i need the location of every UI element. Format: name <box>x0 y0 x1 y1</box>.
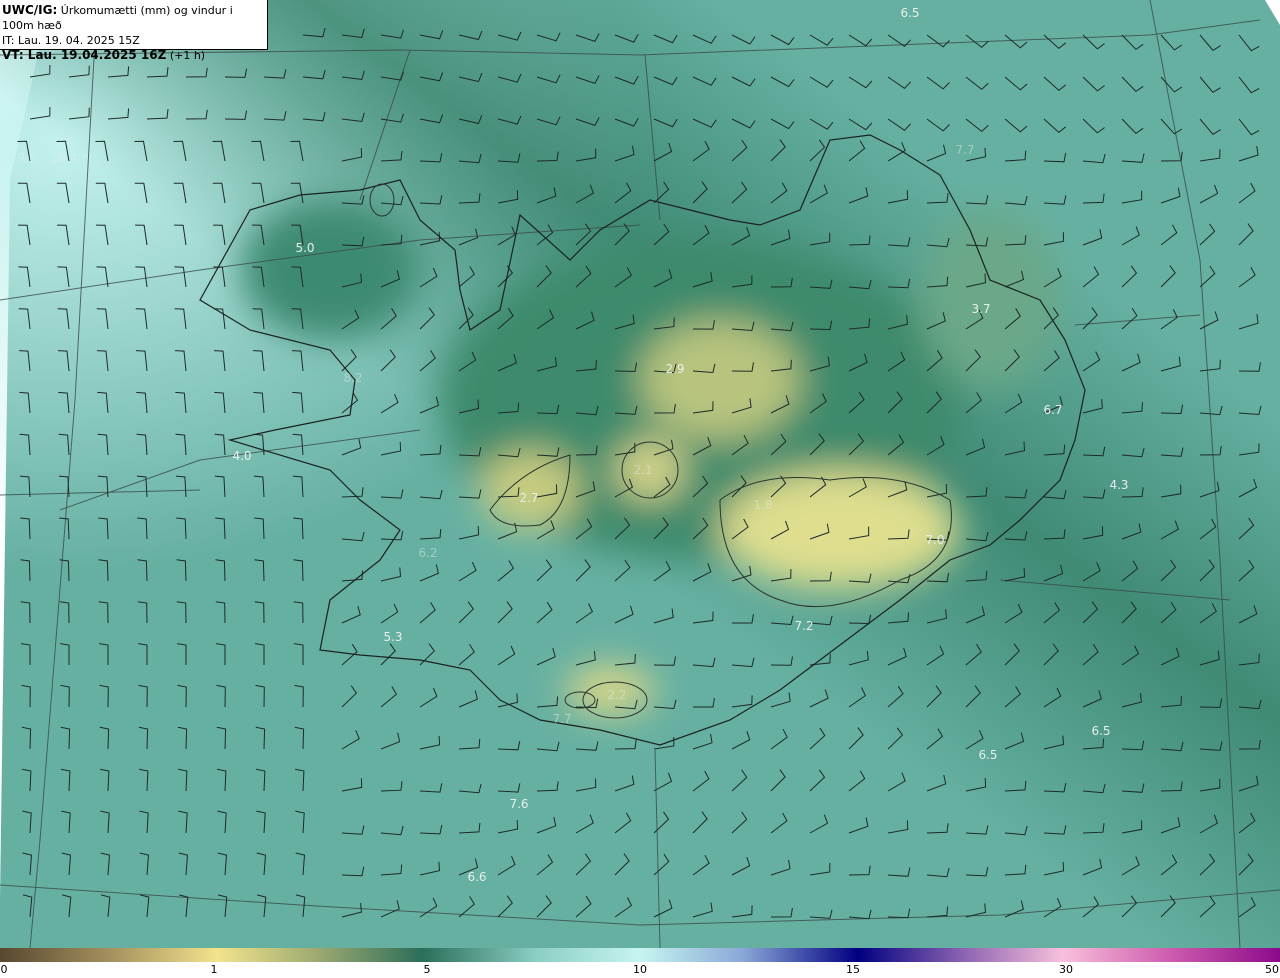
value-label: 7.7 <box>552 712 572 726</box>
lead-time: (+1 h) <box>169 49 206 62</box>
product-code: UWC/IG: <box>2 3 58 17</box>
value-label: 6.6 <box>467 870 487 884</box>
value-label: 7.2 <box>794 619 814 633</box>
colorbar-tick: 50 <box>1265 963 1279 976</box>
colorbar-tick: 15 <box>846 963 860 976</box>
value-label: 6.5 <box>1091 724 1111 738</box>
valid-time: VT: Lau. 19.04.2025 16Z <box>2 48 167 62</box>
colorbar <box>0 948 1280 962</box>
colorbar-tick: 10 <box>633 963 647 976</box>
colorbar-tick: 30 <box>1059 963 1073 976</box>
value-label: 7.6 <box>509 797 529 811</box>
colorbar-tick: 5 <box>423 963 431 976</box>
value-label: 5.3 <box>383 630 403 644</box>
value-label: 2.1 <box>633 463 653 477</box>
value-label: 5.0 <box>295 241 315 255</box>
value-label: 2.7 <box>519 491 539 505</box>
value-label: 6.2 <box>418 546 438 560</box>
value-label: 3.7 <box>971 302 991 316</box>
value-label: 4.0 <box>232 449 252 463</box>
value-label: 2.9 <box>665 362 685 376</box>
map-info-box: UWC/IG: Úrkomumætti (mm) og vindur i 100… <box>0 0 268 62</box>
value-label: 6.5 <box>900 6 920 20</box>
colorbar-tick: 1 <box>210 963 218 976</box>
value-label: 9.6 <box>17 151 37 165</box>
value-label: 6.7 <box>1043 403 1063 417</box>
value-label: 4.3 <box>1109 478 1129 492</box>
value-label: 7.0 <box>925 533 945 547</box>
value-label: 7.7 <box>955 143 975 157</box>
value-label: 8.2 <box>343 371 363 385</box>
value-label: 1.8 <box>753 498 773 512</box>
value-label: 6.5 <box>978 748 998 762</box>
value-label: 10.4 <box>50 151 78 165</box>
value-label: 2.2 <box>607 688 627 702</box>
colorbar-tick: 0 <box>0 963 8 976</box>
colorbar-ticks: 0 1 5 10 15 30 50 <box>0 962 1280 978</box>
issue-time: IT: Lau. 19. 04. 2025 15Z <box>2 34 140 47</box>
